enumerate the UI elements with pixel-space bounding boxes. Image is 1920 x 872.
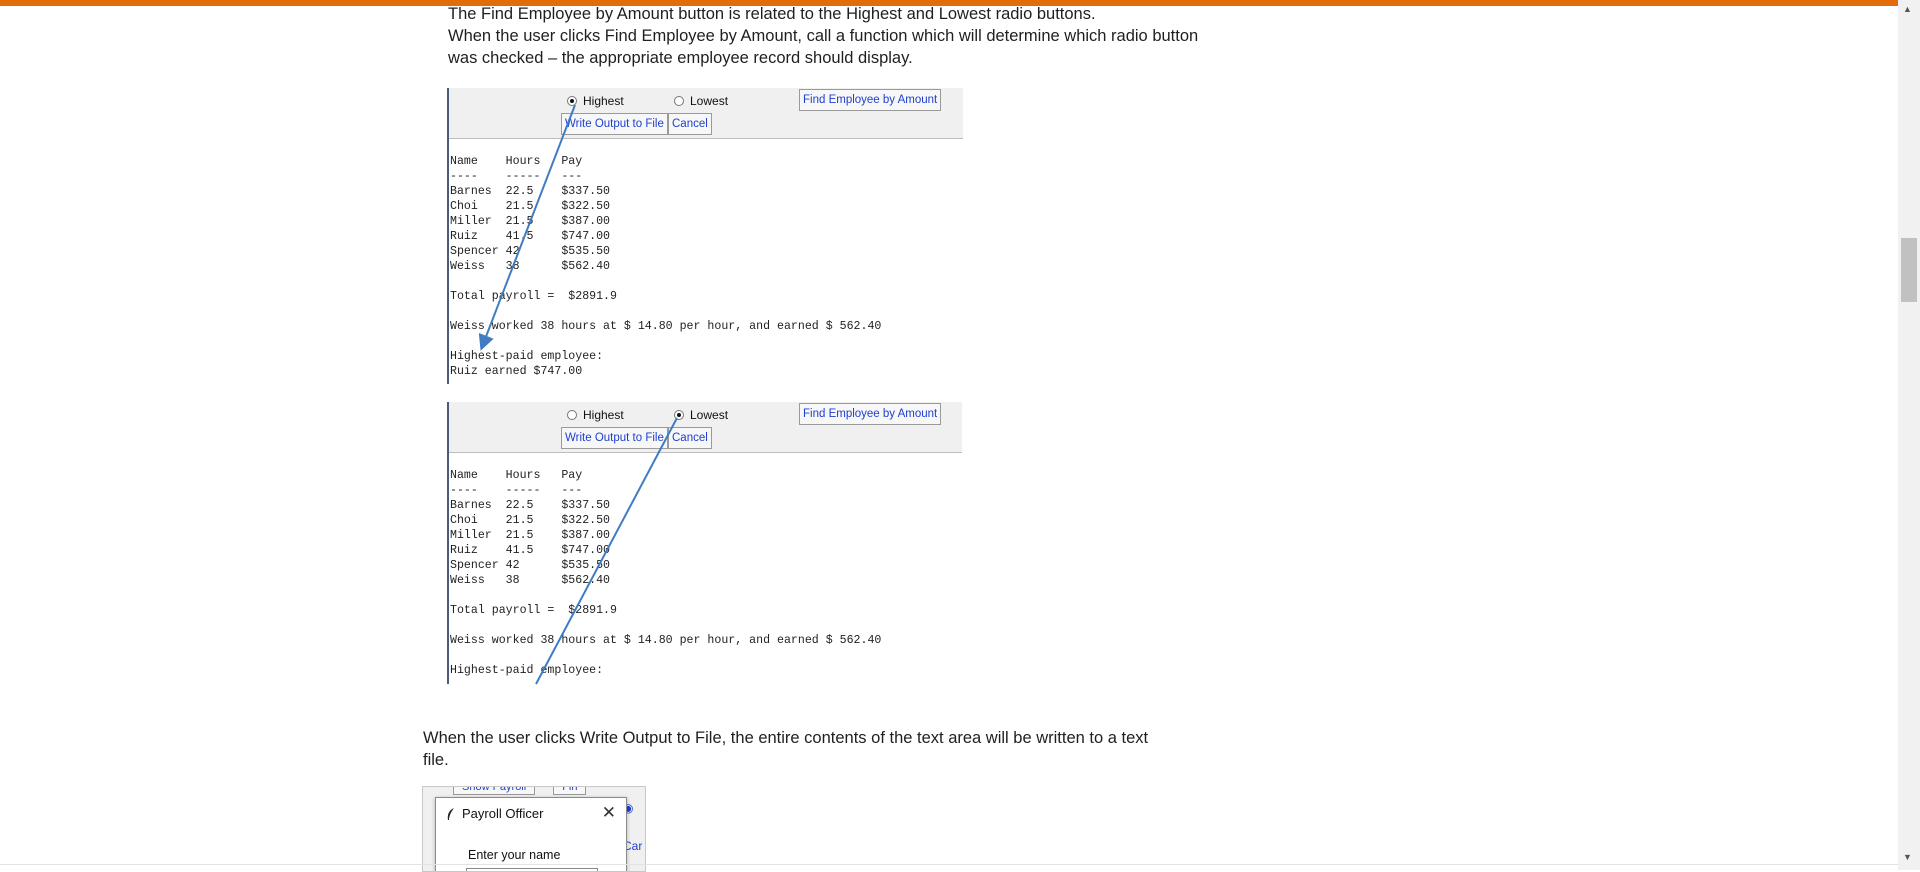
scroll-up-icon[interactable]: ▲ (1903, 4, 1912, 14)
intro-paragraph: The Find Employee by Amount button is re… (448, 3, 1198, 69)
find-button-partial[interactable]: Fin (553, 787, 587, 795)
radio-selected-icon (567, 96, 577, 106)
radio-label: Highest (583, 94, 624, 108)
payroll-screenshot-lowest: Highest Lowest Find Employee by Amount W… (447, 402, 962, 684)
vertical-scrollbar[interactable] (1898, 0, 1920, 870)
output-line: Name Hours Pay (450, 155, 583, 168)
output-line: Miller 21.5 $387.00 (450, 529, 611, 542)
output-line: Total payroll = $2891.9 (450, 604, 617, 617)
write-output-paragraph: When the user clicks Write Output to Fil… (423, 727, 1148, 771)
dialog-title: Payroll Officer (462, 806, 544, 821)
output-line: Highest-paid employee: (450, 350, 604, 363)
output-text-area[interactable]: Name Hours Pay ---- ----- --- Barnes 22.5 … (450, 154, 881, 379)
write-output-button[interactable]: Write Output to File (561, 113, 668, 135)
background-buttons: Show Payroll Fin (453, 787, 604, 795)
output-line: Total payroll = $2891.9 (450, 290, 617, 303)
intro-line: The Find Employee by Amount button is re… (448, 5, 1096, 23)
output-line: Weiss 38 $562.40 (450, 574, 611, 587)
radio-highest[interactable]: Highest (567, 408, 624, 422)
radio-unselected-icon (567, 410, 577, 420)
radio-highest[interactable]: Highest (567, 94, 624, 108)
find-employee-button[interactable]: Find Employee by Amount (799, 403, 942, 425)
output-line: ---- ----- --- (450, 484, 583, 497)
output-line: Spencer 42 $535.50 (450, 245, 611, 258)
output-line: Choi 21.5 $322.50 (450, 200, 611, 213)
output-line: Weiss 38 $562.40 (450, 260, 611, 273)
payroll-officer-dialog-screenshot: Show Payroll Fin ◉ Car Payroll Officer ✕ … (422, 786, 646, 872)
radio-unselected-icon (674, 96, 684, 106)
output-line: ---- ----- --- (450, 170, 583, 183)
close-icon[interactable]: ✕ (602, 803, 616, 823)
find-employee-button[interactable]: Find Employee by Amount (799, 89, 942, 111)
dialog-titlebar: Payroll Officer (446, 806, 543, 821)
show-payroll-button[interactable]: Show Payroll (453, 787, 536, 795)
output-line: Weiss worked 38 hours at $ 14.80 per hou… (450, 320, 882, 333)
radio-lowest[interactable]: Lowest (674, 94, 728, 108)
write-output-button[interactable]: Write Output to File (561, 427, 668, 449)
output-line: Ruiz earned $747.00 (450, 365, 583, 378)
cancel-button[interactable]: Cancel (668, 427, 712, 449)
radio-selected-icon (674, 410, 684, 420)
output-line: Spencer 42 $535.50 (450, 559, 611, 572)
output-line: Ruiz 41.5 $747.00 (450, 230, 611, 243)
radio-label: Lowest (690, 408, 729, 422)
radio-lowest[interactable]: Lowest (674, 408, 728, 422)
cancel-button[interactable]: Cancel (668, 113, 712, 135)
intro-line: was checked – the appropriate employee r… (448, 49, 913, 67)
name-input[interactable] (466, 868, 598, 871)
output-line: Name Hours Pay (450, 469, 583, 482)
dialog-prompt: Enter your name (468, 848, 561, 862)
output-line: Barnes 22.5 $337.50 (450, 499, 611, 512)
feather-icon (447, 807, 454, 820)
output-line: Weiss worked 38 hours at $ 14.80 per hou… (450, 634, 882, 647)
write-note-line: file. (423, 751, 449, 769)
output-line: Highest-paid employee: (450, 664, 604, 677)
output-line: Barnes 22.5 $337.50 (450, 185, 611, 198)
output-line: Ruiz 41.5 $747.00 (450, 544, 611, 557)
output-line: Choi 21.5 $322.50 (450, 514, 611, 527)
payroll-officer-dialog: Payroll Officer ✕ Enter your name (435, 797, 627, 871)
scroll-down-icon[interactable]: ▼ (1903, 852, 1912, 862)
scrollbar-thumb[interactable] (1901, 238, 1917, 302)
page-bottom-divider (0, 864, 1898, 865)
payroll-screenshot-highest: Highest Lowest Find Employee by Amount W… (447, 88, 963, 384)
output-line: Miller 21.5 $387.00 (450, 215, 611, 228)
intro-line: When the user clicks Find Employee by Am… (448, 27, 1199, 45)
app-toolbar: Highest Lowest Find Employee by Amount W… (449, 88, 963, 139)
write-note-line: When the user clicks Write Output to Fil… (423, 729, 1149, 747)
radio-label: Lowest (690, 94, 729, 108)
radio-label: Highest (583, 408, 624, 422)
app-toolbar: Highest Lowest Find Employee by Amount W… (449, 402, 962, 453)
output-text-area[interactable]: Name Hours Pay ---- ----- --- Barnes 22.5 … (450, 468, 881, 678)
